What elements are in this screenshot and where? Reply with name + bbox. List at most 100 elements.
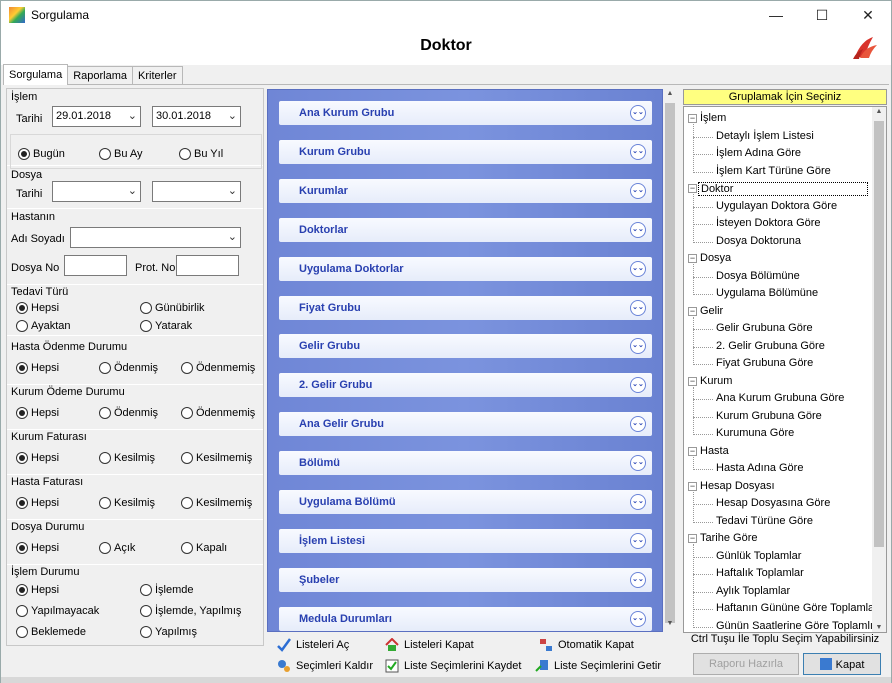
islem-durum-beklemede[interactable]: Beklemede (16, 626, 86, 638)
tree-leaf[interactable]: Tedavi Türüne Göre (716, 515, 813, 527)
tree-node[interactable]: Doktor (698, 182, 868, 196)
grouping-tree[interactable]: − İşlem Detaylı İşlem Listesi İşlem Adına G… (683, 106, 887, 633)
group-bar[interactable]: Bölümü ⌄⌄ (279, 451, 652, 476)
group-list-scrollbar[interactable]: ▲ ▼ (663, 89, 677, 632)
secimleri-kaldir-button[interactable]: Seçimleri Kaldır (277, 659, 373, 673)
collapse-icon[interactable]: − (688, 184, 697, 193)
tedavi-ayaktan[interactable]: Ayaktan (16, 320, 71, 332)
collapse-icon[interactable]: − (688, 376, 697, 386)
islem-durum-yapilmayacak[interactable]: Yapılmayacak (16, 605, 99, 617)
kapat-button[interactable]: Kapat (803, 653, 881, 675)
hasta-fatura-hepsi[interactable]: Hepsi (16, 497, 59, 509)
tree-leaf[interactable]: Haftanın Gününe Göre Toplamla (716, 602, 874, 614)
islem-durum-islemde-yapilmis[interactable]: İşlemde, Yapılmış (140, 605, 241, 617)
tree-leaf[interactable]: İşlem Adına Göre (716, 147, 801, 159)
tedavi-yatarak[interactable]: Yatarak (140, 320, 192, 332)
listeleri-ac-button[interactable]: Listeleri Aç (277, 638, 349, 652)
scroll-thumb[interactable] (665, 103, 675, 623)
islem-durum-hepsi[interactable]: Hepsi (16, 584, 59, 596)
kurum-fatura-hepsi[interactable]: Hepsi (16, 452, 59, 464)
scroll-up-icon[interactable]: ▲ (663, 90, 677, 102)
tree-leaf[interactable]: Günün Saatlerine Göre Toplamlı (716, 620, 873, 632)
collapse-icon[interactable]: − (688, 534, 697, 543)
tree-node[interactable]: Hasta (700, 445, 729, 457)
scroll-thumb[interactable] (874, 121, 884, 547)
scroll-down-icon[interactable]: ▼ (872, 624, 886, 631)
islem-durum-islemde[interactable]: İşlemde (140, 584, 194, 596)
tree-leaf[interactable]: Detaylı İşlem Listesi (716, 130, 814, 142)
tree-leaf[interactable]: Kurum Grubuna Göre (716, 410, 822, 422)
group-bar[interactable]: Medula Durumları ⌄⌄ (279, 606, 652, 631)
tree-leaf[interactable]: Gelir Grubuna Göre (716, 322, 813, 334)
collapse-icon[interactable]: − (688, 306, 697, 316)
tab-kriterler[interactable]: Kriterler (132, 66, 183, 85)
listeleri-kapat-button[interactable]: Listeleri Kapat (385, 638, 474, 652)
kurum-odeme-hepsi[interactable]: Hepsi (16, 407, 59, 419)
radio-bu-yil[interactable]: Bu Yıl (179, 148, 223, 160)
tree-leaf[interactable]: 2. Gelir Grubuna Göre (716, 340, 825, 352)
radio-bugun[interactable]: Bugün (18, 148, 65, 160)
hasta-odeme-odenmemis[interactable]: Ödenmemiş (181, 362, 255, 374)
tree-leaf[interactable]: İsteyen Doktora Göre (716, 217, 821, 229)
tab-raporlama[interactable]: Raporlama (67, 66, 134, 85)
expand-chevron-icon[interactable]: ⌄⌄ (630, 494, 646, 510)
hasta-odeme-hepsi[interactable]: Hepsi (16, 362, 59, 374)
expand-chevron-icon[interactable]: ⌄⌄ (630, 532, 646, 549)
tree-leaf[interactable]: Uygulama Bölümüne (716, 287, 818, 299)
expand-chevron-icon[interactable]: ⌄⌄ (630, 377, 646, 394)
expand-chevron-icon[interactable]: ⌄⌄ (630, 260, 646, 277)
group-bar[interactable]: Doktorlar ⌄⌄ (279, 217, 652, 242)
liste-kaydet-button[interactable]: Liste Seçimlerini Kaydet (385, 659, 521, 673)
tree-node[interactable]: İşlem (700, 112, 726, 124)
scroll-down-icon[interactable]: ▼ (663, 620, 677, 632)
tree-leaf[interactable]: Hasta Adına Göre (716, 462, 803, 474)
tree-leaf[interactable]: Uygulayan Doktora Göre (716, 200, 837, 212)
expand-chevron-icon[interactable]: ⌄⌄ (630, 299, 646, 316)
tree-leaf[interactable]: Hesap Dosyasına Göre (716, 497, 830, 509)
islem-durum-yapilmis[interactable]: Yapılmış (140, 626, 197, 638)
group-bar[interactable]: Gelir Grubu ⌄⌄ (279, 334, 652, 359)
kurum-fatura-kesilmemis[interactable]: Kesilmemiş (181, 452, 252, 464)
hasta-fatura-kesilmis[interactable]: Kesilmiş (99, 497, 155, 509)
tree-leaf[interactable]: Dosya Bölümüne (716, 270, 800, 282)
scroll-up-icon[interactable]: ▲ (872, 108, 886, 115)
expand-chevron-icon[interactable]: ⌄⌄ (630, 338, 646, 355)
tedavi-gunubirlik[interactable]: Günübirlik (140, 302, 205, 314)
prot-no-input[interactable] (176, 255, 239, 276)
group-bar[interactable]: Kurumlar ⌄⌄ (279, 178, 652, 203)
raporu-hazirla-button[interactable]: Raporu Hazırla (693, 653, 799, 675)
hasta-odeme-odenmis[interactable]: Ödenmiş (99, 362, 158, 374)
expand-chevron-icon[interactable]: ⌄⌄ (630, 610, 646, 627)
tree-leaf[interactable]: Kurumuna Göre (716, 427, 794, 439)
close-button[interactable]: ✕ (845, 1, 891, 29)
tedavi-hepsi[interactable]: Hepsi (16, 302, 59, 314)
group-bar[interactable]: Uygulama Bölümü ⌄⌄ (279, 490, 652, 514)
expand-chevron-icon[interactable]: ⌄⌄ (630, 143, 646, 160)
expand-chevron-icon[interactable]: ⌄⌄ (630, 571, 646, 588)
expand-chevron-icon[interactable]: ⌄⌄ (630, 105, 646, 121)
expand-chevron-icon[interactable]: ⌄⌄ (630, 182, 646, 199)
otomatik-kapat-button[interactable]: Otomatik Kapat (539, 638, 634, 652)
kurum-odeme-odenmemis[interactable]: Ödenmemiş (181, 407, 255, 419)
group-bar[interactable]: Uygulama Doktorlar ⌄⌄ (279, 256, 652, 281)
minimize-button[interactable]: — (753, 1, 799, 29)
expand-chevron-icon[interactable]: ⌄⌄ (630, 221, 646, 238)
tree-leaf[interactable]: İşlem Kart Türüne Göre (716, 165, 831, 177)
kurum-odeme-odenmis[interactable]: Ödenmiş (99, 407, 158, 419)
dosya-durum-hepsi[interactable]: Hepsi (16, 542, 59, 554)
collapse-icon[interactable]: − (688, 114, 697, 123)
tree-scrollbar[interactable]: ▲ ▼ (872, 107, 886, 632)
islem-date-from[interactable]: 29.01.2018 ⌄ (52, 106, 141, 127)
group-bar[interactable]: Şubeler ⌄⌄ (279, 567, 652, 592)
expand-chevron-icon[interactable]: ⌄⌄ (630, 416, 646, 433)
tree-node[interactable]: Gelir (700, 305, 723, 317)
group-bar[interactable]: Fiyat Grubu ⌄⌄ (279, 295, 652, 320)
group-bar[interactable]: Ana Kurum Grubu ⌄⌄ (279, 101, 652, 125)
group-bar[interactable]: Ana Gelir Grubu ⌄⌄ (279, 412, 652, 437)
dosya-no-input[interactable] (64, 255, 127, 276)
tree-node[interactable]: Kurum (700, 375, 732, 387)
dosya-date-to[interactable]: ⌄ (152, 181, 241, 202)
expand-chevron-icon[interactable]: ⌄⌄ (630, 455, 646, 472)
tree-leaf[interactable]: Dosya Doktoruna (716, 235, 801, 247)
radio-bu-ay[interactable]: Bu Ay (99, 148, 143, 160)
